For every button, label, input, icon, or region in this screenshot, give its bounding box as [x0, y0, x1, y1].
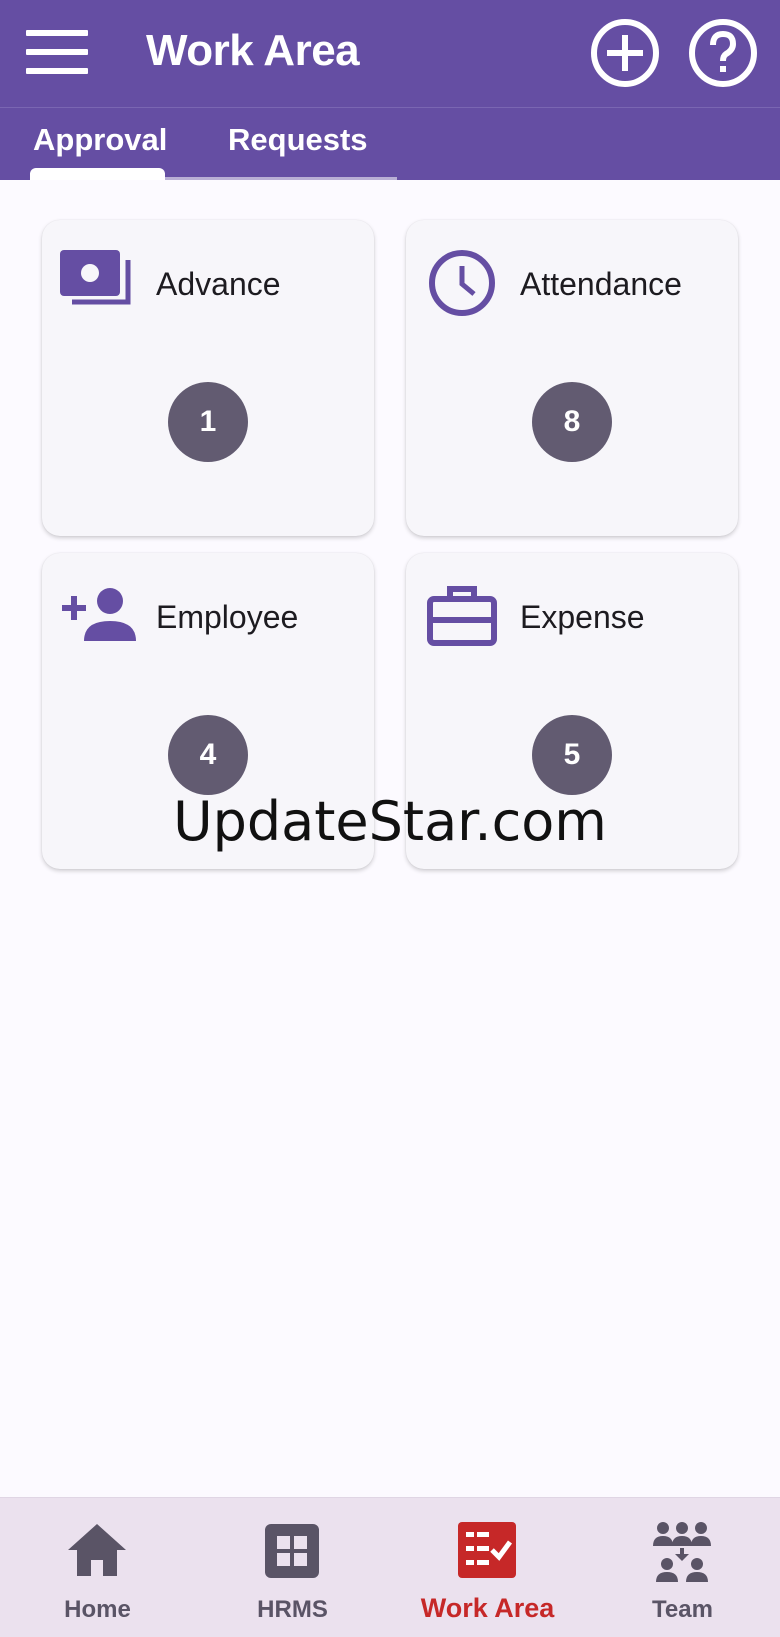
count-badge: 8 — [532, 382, 612, 462]
tab-indicator — [30, 168, 165, 180]
count-badge: 4 — [168, 715, 248, 795]
help-circle-icon[interactable] — [688, 18, 758, 88]
nav-home[interactable]: Home — [0, 1498, 195, 1637]
card-attendance[interactable]: Attendance 8 — [406, 220, 738, 536]
count-badge: 1 — [168, 382, 248, 462]
briefcase-icon — [427, 586, 497, 646]
team-icon — [653, 1522, 711, 1582]
card-label: Advance — [156, 266, 281, 302]
card-label: Employee — [156, 599, 299, 635]
page-title: Work Area — [146, 26, 360, 75]
bottom-navigation: Home HRMS Work Area Team — [0, 1497, 780, 1637]
card-advance[interactable]: Advance 1 — [42, 220, 374, 536]
nav-label: Team — [652, 1596, 713, 1623]
menu-icon[interactable] — [26, 30, 88, 74]
nav-work-area[interactable]: Work Area — [390, 1498, 585, 1637]
add-circle-icon[interactable] — [590, 18, 660, 88]
tab-divider — [165, 177, 397, 180]
add-person-icon — [62, 588, 136, 641]
card-label: Attendance — [520, 266, 682, 302]
tab-requests[interactable]: Requests — [228, 122, 368, 180]
nav-label: Work Area — [420, 1593, 555, 1623]
clock-icon — [429, 250, 495, 316]
nav-hrms[interactable]: HRMS — [195, 1498, 390, 1637]
grid-icon — [265, 1524, 319, 1578]
nav-label: HRMS — [257, 1596, 328, 1623]
nav-label: Home — [64, 1596, 131, 1623]
card-label: Expense — [520, 599, 645, 635]
watermark: UpdateStar.com — [173, 790, 607, 853]
app-bar: Work Area — [0, 0, 780, 108]
count-badge: 5 — [532, 715, 612, 795]
home-icon — [68, 1524, 126, 1576]
checklist-icon — [458, 1522, 516, 1578]
nav-team[interactable]: Team — [585, 1498, 780, 1637]
money-icon — [60, 250, 131, 305]
